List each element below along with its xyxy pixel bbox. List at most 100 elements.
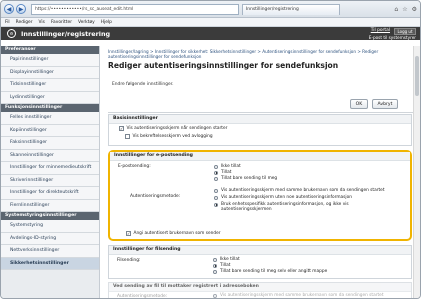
option-label: Vis bekreftelsesskjerm ved avlogging [132,134,213,139]
divider [108,112,414,113]
sidebar-item-system[interactable]: Systemstyring [1,220,99,233]
logout-button[interactable]: Logg ut [394,28,416,35]
scrollbar-thumb[interactable] [415,56,419,96]
file-radio-allow[interactable]: Tillat [213,263,230,268]
sidebar-group-head: Funksjonsinnstillinger [1,104,99,112]
radio-unselected[interactable] [213,269,217,274]
section-head: Innstillinger for e-postsending [110,152,410,161]
sidebar-item-security[interactable]: Sikkerhetsinnstillinger [1,257,99,270]
radio-selected[interactable] [213,263,217,268]
radio-label: Tillat bare sending til meg [221,176,278,181]
auth-radio-same-user[interactable]: Vis autentiseringsskjerm med samme bruke… [214,188,406,193]
auth-method-label: Autentiseringsmetode: [130,194,181,199]
menu-file[interactable]: Fil [5,20,10,25]
sidebar-item-copy[interactable]: Kopiinnstillinger [1,124,99,137]
back-icon[interactable]: ◀ [4,4,14,14]
section-head: Ved sending av fil til mottaker registre… [109,283,411,292]
star-icon[interactable]: ☆ [402,6,407,13]
intro-text: Endre følgende innstillinger. [112,82,174,87]
cancel-button[interactable]: Avbryt [372,99,398,109]
home-icon[interactable]: ⌂ [394,6,398,13]
email-radio-deny[interactable]: Ikke tillat [214,164,241,169]
browser-window: ◀ ▶ https://••••••••••••/rs_sc_auseat_ed… [0,0,421,299]
auth-radio-device[interactable]: Bruk enhetsspesifikk autentiseringsinfor… [214,202,394,212]
radio-unselected[interactable] [214,195,218,200]
sidebar-group-head: Systemstyringsinnstillinger [1,212,99,220]
menu-tools[interactable]: Verktøy [78,20,95,25]
email-settings-section: Innstillinger for e-postsending E-postse… [108,150,412,241]
browser-toolbar: ◀ ▶ https://••••••••••••/rs_sc_auseat_ed… [1,1,420,18]
checkbox-checked[interactable]: ✓ [119,126,124,131]
app-header: ⚙ Innstillinger/registrering Til portal … [1,27,420,40]
menu-edit[interactable]: Rediger [16,20,33,25]
tab-title: Innstillinger/registrering [246,7,299,12]
settings-logo-icon: ⚙ [7,29,16,38]
auth-screen-option[interactable]: ✓ Vis autentiseringsskjerm når sendingen… [119,126,227,131]
radio-label: Bruk enhetsspesifikk autentiseringsinfor… [221,202,349,212]
sidebar-item-dept-id[interactable]: Avdelings-ID-styring [1,232,99,245]
sidebar: Preferanser Papirinnstillinger Displayin… [1,46,100,298]
menu-view[interactable]: Vis [39,20,45,25]
sidebar-item-common[interactable]: Felles innstillinger [1,112,99,125]
radio-selected[interactable] [214,202,218,207]
radio-label: Tillat bare sending til meg selv eller a… [220,269,328,274]
sidebar-item-timer[interactable]: Tidsinnstillinger [1,79,99,92]
sidebar-item-paper[interactable]: Papirinnstillinger [1,54,99,67]
radio-unselected[interactable] [213,257,217,262]
menu-favorites[interactable]: Favoritter [51,20,72,25]
radio-label: Tillat [220,263,231,268]
checkbox-unchecked[interactable] [125,134,130,139]
option-label: Angi autentisert brukernavn som sender [133,231,221,236]
email-radio-self[interactable]: Tillat bare sending til meg [214,176,277,181]
breadcrumb[interactable]: Innstillinger/lagring > Innstillinger fo… [108,49,414,60]
forward-icon[interactable]: ▶ [16,4,26,14]
page-title: Rediger autentiseringsinnstillinger for … [108,61,339,70]
app-title: Innstillinger/registrering [21,29,111,38]
sidebar-item-remote[interactable]: Fiernlinnstillinger [1,199,99,212]
file-radio-deny[interactable]: Ikke tillat [213,257,240,262]
file-send-label: Filsending: [117,258,141,263]
checkbox-checked[interactable]: ✓ [126,231,131,236]
radio-selected[interactable] [214,170,218,175]
browser-tab[interactable]: Innstillinger/registrering [242,3,340,15]
radio-label: Ikke tillat [221,164,241,169]
sender-name-option[interactable]: ✓ Angi autentisert brukernavn som sender [126,231,220,236]
sidebar-item-network[interactable]: Nettverksinnstillinger [1,245,99,258]
radio-label: Ikke tillat [220,257,240,262]
logout-confirm-option[interactable]: Vis bekreftelsesskjerm ved avlogging [125,134,213,139]
radio-label: Vis autentiseringsskjerm uten noe autent… [221,195,352,200]
sidebar-item-sound[interactable]: Lydinnstillinger [1,91,99,104]
radio-unselected[interactable] [214,188,218,193]
file-settings-section: Innstillinger for filsending Filsending:… [108,245,412,279]
sidebar-item-memory-print[interactable]: Innstillinger for minnemedieutskrift [1,162,99,175]
radio-unselected[interactable] [213,293,217,298]
section-head: Innstillinger for filsending [109,246,411,255]
email-radio-allow[interactable]: Tillat [214,170,231,175]
basic-settings-section: Basisinnstillinger ✓ Vis autentiseringss… [108,114,412,146]
sidebar-item-display[interactable]: Displayinnstillinger [1,66,99,79]
file-radio-self[interactable]: Tillat bare sending til meg selv eller a… [213,269,327,274]
mail-admin-link[interactable]: E-post til systemstyrer [369,35,416,40]
footer-radio-same-user[interactable]: Vis autentiseringsskjerm med samme bruke… [213,293,384,298]
sidebar-item-scan[interactable]: Skanneinnstillinger [1,149,99,162]
portal-link[interactable]: Til portal [371,28,390,33]
sidebar-item-direct-print[interactable]: Innstillinger for direkteutskrift [1,187,99,200]
radio-unselected[interactable] [214,176,218,181]
ok-button[interactable]: OK [350,99,368,109]
sidebar-item-printer[interactable]: Skriverinnstillinger [1,174,99,187]
menu-bar: Fil Rediger Vis Favoritter Verktøy Hjelp [1,18,420,27]
addressbook-section: Ved sending av fil til mottaker registre… [108,282,412,298]
auth-radio-no-info[interactable]: Vis autentiseringsskjerm uten noe autent… [214,195,406,200]
gear-icon[interactable]: ⚙ [412,6,417,13]
address-text: https://••••••••••••/rs_sc_auseat_edit.h… [35,6,134,12]
sidebar-item-fax[interactable]: Faksinnstillinger [1,137,99,150]
main-content: Innstillinger/lagring > Innstillinger fo… [100,46,420,298]
email-send-label: E-postsending: [118,164,151,169]
sidebar-group-head: Preferanser [1,46,99,54]
option-label: Vis autentiseringsskjerm når sendingen s… [126,126,228,131]
address-bar[interactable]: https://••••••••••••/rs_sc_auseat_edit.h… [31,3,239,15]
radio-label: Vis autentiseringsskjerm med samme bruke… [220,293,384,298]
menu-help[interactable]: Hjelp [101,20,112,25]
vertical-scrollbar[interactable] [413,46,420,298]
radio-unselected[interactable] [214,164,218,169]
